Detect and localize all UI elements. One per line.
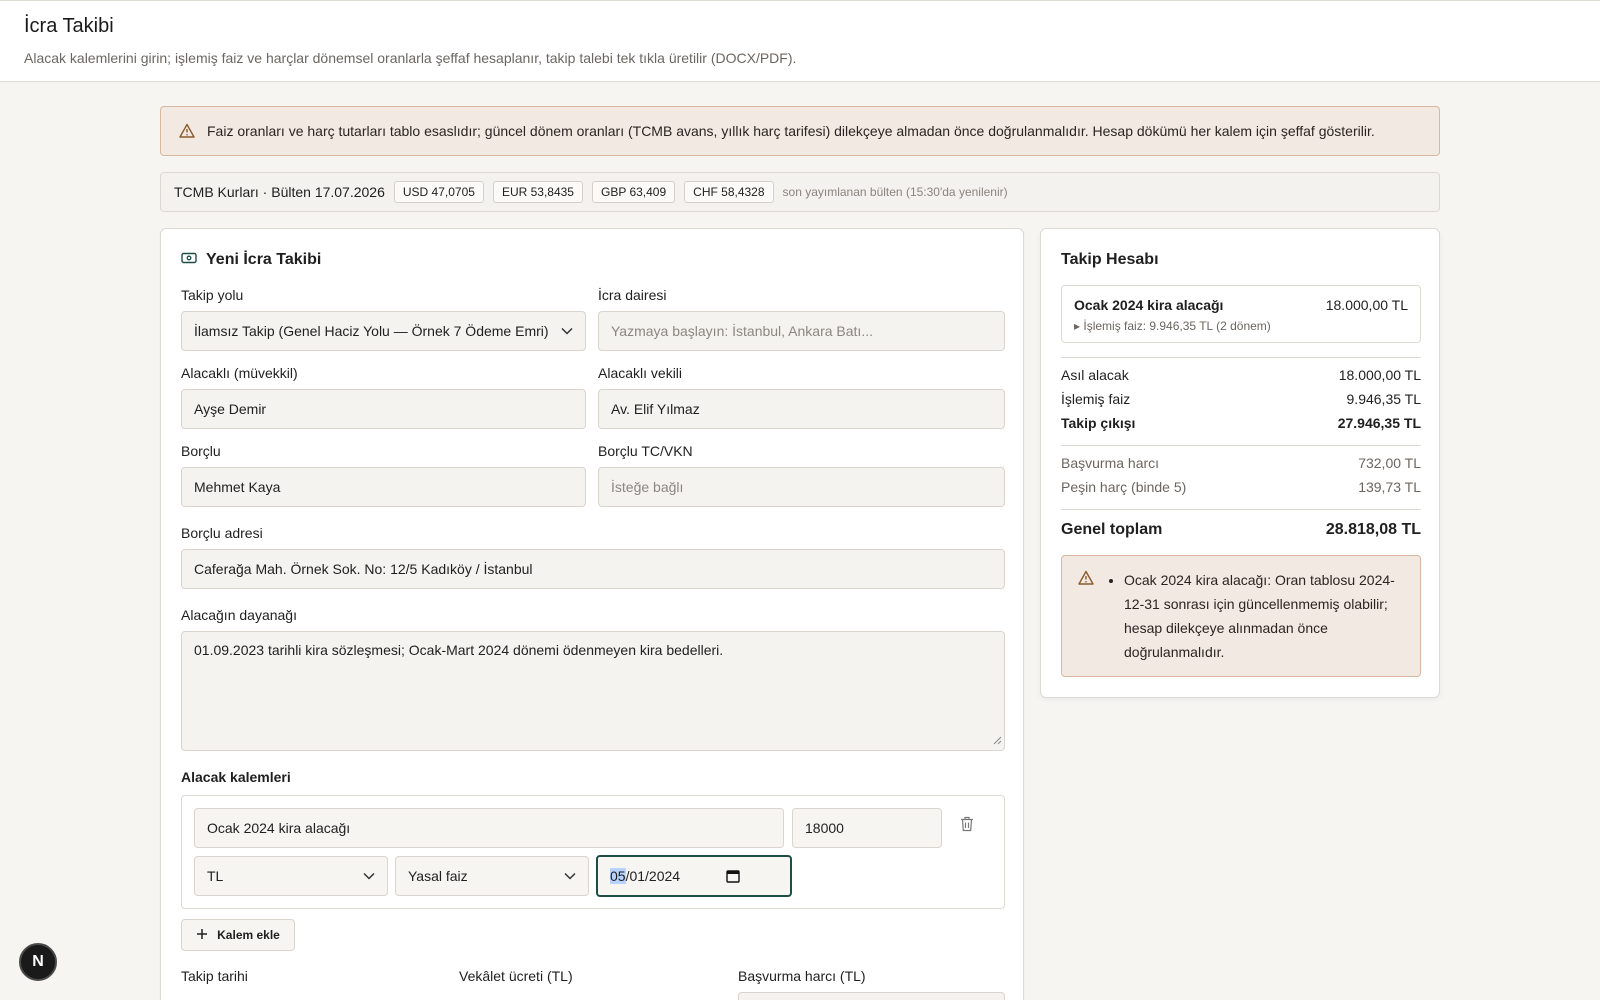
info-alert: Faiz oranları ve harç tutarları tablo es…: [160, 106, 1440, 156]
basvurma-harci-label: Başvurma harcı (TL): [738, 968, 866, 984]
faiz-detail-toggle[interactable]: ▸ İşlemiş faiz: 9.946,35 TL (2 dönem): [1074, 319, 1271, 333]
basvurma-harci-summary-value: 732,00 TL: [1358, 455, 1421, 471]
page-header: İcra Takibi Alacak kalemlerini girin; iş…: [0, 0, 1600, 82]
basvurma-harci-summary-label: Başvurma harcı: [1061, 455, 1160, 471]
calendar-icon[interactable]: [726, 869, 740, 883]
resize-grip-icon[interactable]: [993, 732, 1002, 748]
add-kalem-button[interactable]: Kalem ekle: [181, 919, 295, 951]
rate-chip-chf: CHF 58,4328: [684, 181, 774, 203]
adres-value: Caferağa Mah. Örnek Sok. No: 12/5 Kadıkö…: [194, 561, 533, 577]
summary-item-name: Ocak 2024 kira alacağı: [1074, 297, 1224, 313]
vekalet-label: Vekâlet ücreti (TL): [459, 968, 573, 984]
page-subtitle: Alacak kalemlerini girin; işlemiş faiz v…: [24, 50, 797, 66]
trash-icon[interactable]: [960, 816, 974, 837]
asil-alacak-row: Asıl alacak 18.000,00 TL: [1061, 367, 1421, 383]
chevron-down-icon: [564, 872, 576, 880]
rates-note: son yayımlanan bülten (15:30'da yenileni…: [782, 185, 1008, 199]
rate-chip-usd: USD 47,0705: [393, 181, 484, 203]
takip-cikisi-value: 27.946,35 TL: [1337, 415, 1421, 431]
vekil-label: Alacaklı vekili: [598, 365, 683, 381]
divider: [1061, 445, 1421, 446]
rate-chip-eur: EUR 53,8435: [492, 181, 583, 203]
nextjs-dev-button[interactable]: N: [19, 943, 57, 981]
takip-yolu-select[interactable]: İlamsız Takip (Genel Haciz Yolu — Örnek …: [181, 311, 586, 351]
icra-dairesi-placeholder: Yazmaya başlayın: İstanbul, Ankara Batı.…: [611, 323, 873, 339]
date-month-segment[interactable]: 05: [610, 868, 626, 884]
pesin-harc-row: Peşin harç (binde 5) 139,73 TL: [1061, 479, 1421, 495]
rate-table-warning: Ocak 2024 kira alacağı: Oran tablosu 202…: [1061, 555, 1421, 677]
dayanak-label: Alacağın dayanağı: [181, 607, 297, 623]
divider: [1061, 509, 1421, 510]
money-icon: [181, 251, 197, 269]
kalem-date-input[interactable]: 05/01/2024: [596, 855, 792, 897]
genel-toplam-row: Genel toplam 28.818,08 TL: [1061, 521, 1421, 539]
date-rest-value: /01/2024: [625, 868, 681, 884]
warning-icon: [1078, 570, 1094, 591]
takip-tarihi-label: Takip tarihi: [181, 968, 248, 984]
borclu-value: Mehmet Kaya: [194, 479, 281, 495]
islemis-faiz-value: 9.946,35 TL: [1346, 391, 1421, 407]
borclu-tc-input[interactable]: İsteğe bağlı: [598, 467, 1005, 507]
adres-label: Borçlu adresi: [181, 525, 263, 541]
form-title: Yeni İcra Takibi: [181, 251, 321, 269]
alacakli-input[interactable]: Ayşe Demir: [181, 389, 586, 429]
kalemler-label: Alacak kalemleri: [181, 769, 291, 785]
asil-alacak-label: Asıl alacak: [1061, 367, 1129, 383]
warning-list: Ocak 2024 kira alacağı: Oran tablosu 202…: [1124, 568, 1406, 664]
rate-chip-gbp: GBP 63,409: [591, 181, 676, 203]
borclu-tc-placeholder: İsteğe bağlı: [611, 479, 684, 495]
takip-cikisi-row: Takip çıkışı 27.946,35 TL: [1061, 415, 1421, 431]
add-kalem-label: Kalem ekle: [217, 928, 280, 942]
faiz-type-select[interactable]: Yasal faiz: [395, 856, 589, 896]
basvurma-harci-row: Başvurma harcı 732,00 TL: [1061, 455, 1421, 471]
kalem-name-value: Ocak 2024 kira alacağı: [207, 820, 351, 836]
asil-alacak-value: 18.000,00 TL: [1338, 367, 1421, 383]
borclu-input[interactable]: Mehmet Kaya: [181, 467, 586, 507]
page-title: İcra Takibi: [24, 15, 114, 37]
takip-yolu-value: İlamsız Takip (Genel Haciz Yolu — Örnek …: [194, 323, 549, 339]
new-enforcement-form: Yeni İcra Takibi Takip yolu İlamsız Taki…: [160, 228, 1024, 1000]
chevron-down-icon: [363, 872, 375, 880]
chevron-down-icon: [561, 327, 573, 335]
currency-value: TL: [207, 868, 224, 884]
warning-icon: [179, 123, 195, 139]
vekil-input[interactable]: Av. Elif Yılmaz: [598, 389, 1005, 429]
adres-input[interactable]: Caferağa Mah. Örnek Sok. No: 12/5 Kadıkö…: [181, 549, 1005, 589]
dayanak-textarea[interactable]: 01.09.2023 tarihli kira sözleşmesi; Ocak…: [181, 631, 1005, 751]
rates-title: TCMB Kurları · Bülten 17.07.2026: [174, 184, 385, 200]
icra-dairesi-input[interactable]: Yazmaya başlayın: İstanbul, Ankara Batı.…: [598, 311, 1005, 351]
form-title-text: Yeni İcra Takibi: [206, 251, 322, 268]
faiz-type-value: Yasal faiz: [408, 868, 468, 884]
icra-dairesi-label: İcra dairesi: [598, 287, 667, 303]
genel-toplam-label: Genel toplam: [1061, 521, 1163, 538]
vekil-value: Av. Elif Yılmaz: [611, 401, 700, 417]
islemis-faiz-label: İşlemiş faiz: [1061, 391, 1131, 407]
borclu-tc-label: Borçlu TC/VKN: [598, 443, 693, 459]
borclu-label: Borçlu: [181, 443, 221, 459]
takip-yolu-label: Takip yolu: [181, 287, 244, 303]
summary-title: Takip Hesabı: [1061, 251, 1159, 268]
islemis-faiz-row: İşlemiş faiz 9.946,35 TL: [1061, 391, 1421, 407]
basvurma-harci-input[interactable]: [738, 992, 1005, 1000]
kalem-amount-value: 18000: [805, 820, 844, 836]
takip-hesabi-panel: Takip Hesabı Ocak 2024 kira alacağı 18.0…: [1040, 228, 1440, 698]
currency-select[interactable]: TL: [194, 856, 388, 896]
genel-toplam-value: 28.818,08 TL: [1325, 521, 1421, 538]
alacakli-label: Alacaklı (müvekkil): [181, 365, 298, 381]
plus-icon: [196, 928, 208, 943]
kalem-name-input[interactable]: Ocak 2024 kira alacağı: [194, 808, 784, 848]
summary-item-card[interactable]: Ocak 2024 kira alacağı 18.000,00 TL ▸ İş…: [1061, 285, 1421, 343]
summary-item-amount: 18.000,00 TL: [1325, 297, 1408, 313]
pesin-harc-label: Peşin harç (binde 5): [1061, 479, 1187, 495]
alacakli-value: Ayşe Demir: [194, 401, 267, 417]
warning-list-item: Ocak 2024 kira alacağı: Oran tablosu 202…: [1124, 568, 1406, 664]
dayanak-value: 01.09.2023 tarihli kira sözleşmesi; Ocak…: [194, 642, 724, 658]
pesin-harc-value: 139,73 TL: [1358, 479, 1421, 495]
exchange-rates-bar: TCMB Kurları · Bülten 17.07.2026 USD 47,…: [160, 172, 1440, 212]
takip-cikisi-label: Takip çıkışı: [1061, 415, 1136, 431]
kalem-amount-input[interactable]: 18000: [792, 808, 942, 848]
alacak-kalemi-row: Ocak 2024 kira alacağı 18000 TL Yasal fa…: [181, 795, 1005, 909]
alert-text: Faiz oranları ve harç tutarları tablo es…: [207, 123, 1375, 139]
divider: [1061, 357, 1421, 358]
